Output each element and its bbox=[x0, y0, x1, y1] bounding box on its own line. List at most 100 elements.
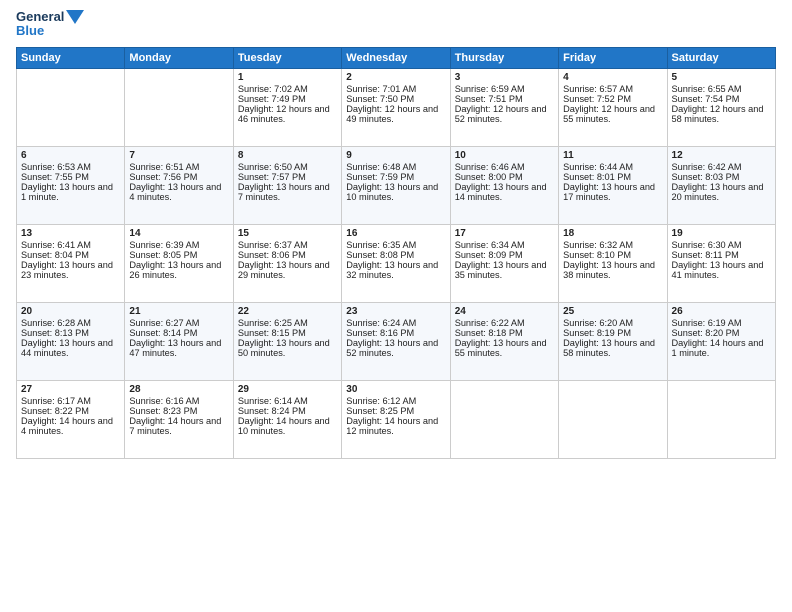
calendar-table: SundayMondayTuesdayWednesdayThursdayFrid… bbox=[16, 47, 776, 459]
daylight-text: Daylight: 13 hours and 50 minutes. bbox=[238, 338, 337, 358]
logo: General Blue bbox=[16, 10, 84, 39]
day-number: 20 bbox=[21, 306, 120, 317]
sunrise-text: Sunrise: 6:17 AM bbox=[21, 396, 120, 406]
sunset-text: Sunset: 8:08 PM bbox=[346, 250, 445, 260]
daylight-text: Daylight: 13 hours and 20 minutes. bbox=[672, 182, 771, 202]
sunset-text: Sunset: 8:25 PM bbox=[346, 406, 445, 416]
daylight-text: Daylight: 13 hours and 1 minute. bbox=[21, 182, 120, 202]
sunset-text: Sunset: 8:13 PM bbox=[21, 328, 120, 338]
logo-wordmark: General Blue bbox=[16, 10, 84, 39]
calendar-cell: 24Sunrise: 6:22 AMSunset: 8:18 PMDayligh… bbox=[450, 302, 558, 380]
sunset-text: Sunset: 7:57 PM bbox=[238, 172, 337, 182]
page: General Blue SundayMondayTuesdayWednesda… bbox=[0, 0, 792, 612]
calendar-cell bbox=[559, 380, 667, 458]
sunset-text: Sunset: 8:14 PM bbox=[129, 328, 228, 338]
calendar-cell: 17Sunrise: 6:34 AMSunset: 8:09 PMDayligh… bbox=[450, 224, 558, 302]
sunset-text: Sunset: 8:10 PM bbox=[563, 250, 662, 260]
header-day-thursday: Thursday bbox=[450, 47, 558, 68]
daylight-text: Daylight: 13 hours and 52 minutes. bbox=[346, 338, 445, 358]
header-row: SundayMondayTuesdayWednesdayThursdayFrid… bbox=[17, 47, 776, 68]
sunrise-text: Sunrise: 6:41 AM bbox=[21, 240, 120, 250]
calendar-cell bbox=[667, 380, 775, 458]
sunrise-text: Sunrise: 6:48 AM bbox=[346, 162, 445, 172]
sunset-text: Sunset: 8:15 PM bbox=[238, 328, 337, 338]
header-day-tuesday: Tuesday bbox=[233, 47, 341, 68]
daylight-text: Daylight: 13 hours and 29 minutes. bbox=[238, 260, 337, 280]
sunrise-text: Sunrise: 6:27 AM bbox=[129, 318, 228, 328]
daylight-text: Daylight: 13 hours and 55 minutes. bbox=[455, 338, 554, 358]
sunset-text: Sunset: 7:51 PM bbox=[455, 94, 554, 104]
daylight-text: Daylight: 12 hours and 58 minutes. bbox=[672, 104, 771, 124]
sunrise-text: Sunrise: 6:42 AM bbox=[672, 162, 771, 172]
day-number: 10 bbox=[455, 150, 554, 161]
week-row-2: 6Sunrise: 6:53 AMSunset: 7:55 PMDaylight… bbox=[17, 146, 776, 224]
day-number: 30 bbox=[346, 384, 445, 395]
calendar-cell: 2Sunrise: 7:01 AMSunset: 7:50 PMDaylight… bbox=[342, 68, 450, 146]
sunset-text: Sunset: 8:04 PM bbox=[21, 250, 120, 260]
sunrise-text: Sunrise: 6:24 AM bbox=[346, 318, 445, 328]
sunset-text: Sunset: 8:24 PM bbox=[238, 406, 337, 416]
calendar-cell: 25Sunrise: 6:20 AMSunset: 8:19 PMDayligh… bbox=[559, 302, 667, 380]
daylight-text: Daylight: 13 hours and 44 minutes. bbox=[21, 338, 120, 358]
sunset-text: Sunset: 8:11 PM bbox=[672, 250, 771, 260]
day-number: 14 bbox=[129, 228, 228, 239]
sunset-text: Sunset: 8:00 PM bbox=[455, 172, 554, 182]
calendar-cell: 19Sunrise: 6:30 AMSunset: 8:11 PMDayligh… bbox=[667, 224, 775, 302]
calendar-cell: 20Sunrise: 6:28 AMSunset: 8:13 PMDayligh… bbox=[17, 302, 125, 380]
daylight-text: Daylight: 13 hours and 58 minutes. bbox=[563, 338, 662, 358]
sunset-text: Sunset: 7:59 PM bbox=[346, 172, 445, 182]
sunset-text: Sunset: 7:50 PM bbox=[346, 94, 445, 104]
sunset-text: Sunset: 8:18 PM bbox=[455, 328, 554, 338]
daylight-text: Daylight: 13 hours and 17 minutes. bbox=[563, 182, 662, 202]
calendar-cell bbox=[17, 68, 125, 146]
sunset-text: Sunset: 7:55 PM bbox=[21, 172, 120, 182]
sunrise-text: Sunrise: 6:16 AM bbox=[129, 396, 228, 406]
sunrise-text: Sunrise: 6:19 AM bbox=[672, 318, 771, 328]
daylight-text: Daylight: 14 hours and 12 minutes. bbox=[346, 416, 445, 436]
daylight-text: Daylight: 13 hours and 26 minutes. bbox=[129, 260, 228, 280]
sunrise-text: Sunrise: 6:14 AM bbox=[238, 396, 337, 406]
daylight-text: Daylight: 13 hours and 38 minutes. bbox=[563, 260, 662, 280]
day-number: 15 bbox=[238, 228, 337, 239]
day-number: 11 bbox=[563, 150, 662, 161]
sunrise-text: Sunrise: 6:59 AM bbox=[455, 84, 554, 94]
calendar-cell: 18Sunrise: 6:32 AMSunset: 8:10 PMDayligh… bbox=[559, 224, 667, 302]
calendar-cell: 6Sunrise: 6:53 AMSunset: 7:55 PMDaylight… bbox=[17, 146, 125, 224]
calendar-cell: 7Sunrise: 6:51 AMSunset: 7:56 PMDaylight… bbox=[125, 146, 233, 224]
week-row-3: 13Sunrise: 6:41 AMSunset: 8:04 PM Dayligh… bbox=[17, 224, 776, 302]
calendar-cell: 26Sunrise: 6:19 AMSunset: 8:20 PMDayligh… bbox=[667, 302, 775, 380]
sunset-text: Sunset: 8:23 PM bbox=[129, 406, 228, 416]
day-number: 13 bbox=[21, 228, 120, 239]
sunset-text: Sunset: 8:01 PM bbox=[563, 172, 662, 182]
daylight-text: Daylight: 13 hours and 35 minutes. bbox=[455, 260, 554, 280]
day-number: 8 bbox=[238, 150, 337, 161]
week-row-5: 27Sunrise: 6:17 AMSunset: 8:22 PMDayligh… bbox=[17, 380, 776, 458]
sunrise-text: Sunrise: 6:34 AM bbox=[455, 240, 554, 250]
header-day-saturday: Saturday bbox=[667, 47, 775, 68]
sunset-text: Sunset: 8:03 PM bbox=[672, 172, 771, 182]
daylight-text: Daylight: 14 hours and 10 minutes. bbox=[238, 416, 337, 436]
day-number: 5 bbox=[672, 72, 771, 83]
sunrise-text: Sunrise: 6:35 AM bbox=[346, 240, 445, 250]
daylight-text: Daylight: 12 hours and 46 minutes. bbox=[238, 104, 337, 124]
calendar-cell: 30Sunrise: 6:12 AMSunset: 8:25 PMDayligh… bbox=[342, 380, 450, 458]
daylight-text: Daylight: 13 hours and 41 minutes. bbox=[672, 260, 771, 280]
calendar-cell: 23Sunrise: 6:24 AMSunset: 8:16 PMDayligh… bbox=[342, 302, 450, 380]
day-number: 24 bbox=[455, 306, 554, 317]
calendar-cell: 27Sunrise: 6:17 AMSunset: 8:22 PMDayligh… bbox=[17, 380, 125, 458]
day-number: 23 bbox=[346, 306, 445, 317]
calendar-cell: 15Sunrise: 6:37 AMSunset: 8:06 PMDayligh… bbox=[233, 224, 341, 302]
sunrise-text: Sunrise: 7:01 AM bbox=[346, 84, 445, 94]
daylight-text: Daylight: 13 hours and 10 minutes. bbox=[346, 182, 445, 202]
calendar-cell: 13Sunrise: 6:41 AMSunset: 8:04 PMDayligh… bbox=[17, 224, 125, 302]
sunrise-text: Sunrise: 6:20 AM bbox=[563, 318, 662, 328]
sunset-text: Sunset: 7:54 PM bbox=[672, 94, 771, 104]
day-number: 19 bbox=[672, 228, 771, 239]
logo-arrow-icon bbox=[66, 10, 84, 24]
calendar-cell: 21Sunrise: 6:27 AMSunset: 8:14 PMDayligh… bbox=[125, 302, 233, 380]
sunrise-text: Sunrise: 6:53 AM bbox=[21, 162, 120, 172]
calendar-cell bbox=[450, 380, 558, 458]
daylight-text: Daylight: 14 hours and 7 minutes. bbox=[129, 416, 228, 436]
day-number: 7 bbox=[129, 150, 228, 161]
day-number: 27 bbox=[21, 384, 120, 395]
